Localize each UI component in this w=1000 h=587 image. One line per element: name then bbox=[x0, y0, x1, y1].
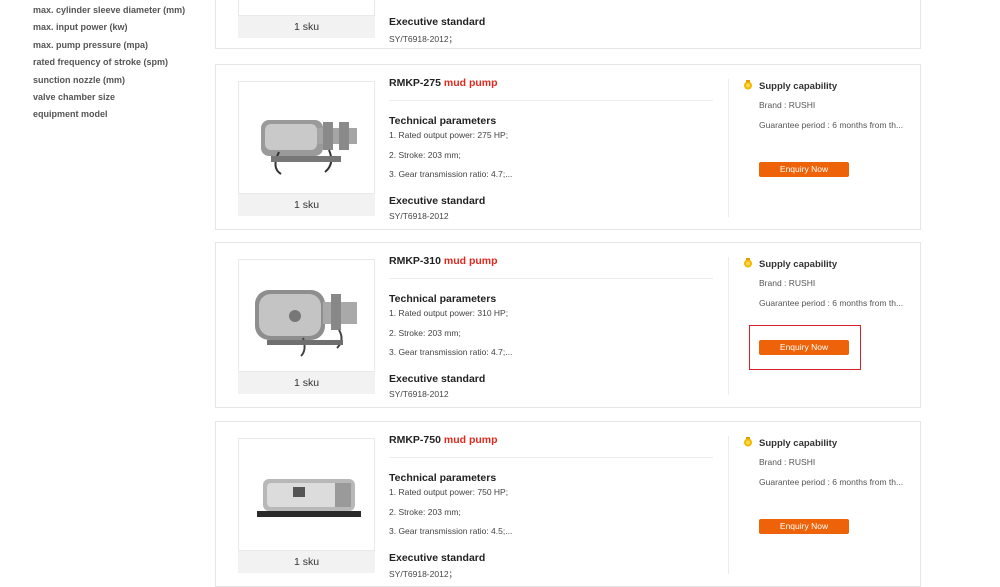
filter-max-input-power[interactable]: max. input power (kw) bbox=[33, 19, 203, 36]
guarantee-info: Guarantee period : 6 months from th... bbox=[759, 120, 904, 130]
param-stroke: 2. Stroke: 203 mm; bbox=[389, 150, 461, 160]
medal-icon bbox=[743, 258, 753, 271]
divider bbox=[389, 457, 713, 458]
executive-standard-label: Executive standard bbox=[389, 16, 486, 28]
product-image[interactable] bbox=[238, 81, 375, 194]
enquiry-now-button[interactable]: Enquiry Now bbox=[759, 162, 849, 177]
product-card: 1 sku RMKP-310 mud pump Technical parame… bbox=[215, 242, 921, 408]
mud-pump-image bbox=[257, 479, 361, 517]
enquiry-now-button[interactable]: Enquiry Now bbox=[759, 340, 849, 355]
filter-valve-chamber-size[interactable]: valve chamber size bbox=[33, 89, 203, 106]
executive-standard-label: Executive standard bbox=[389, 552, 486, 564]
executive-standard-label: Executive standard bbox=[389, 373, 486, 385]
executive-standard-value: SY/T6918-2012； bbox=[389, 569, 458, 579]
executive-standard-label: Executive standard bbox=[389, 195, 486, 207]
sku-count: 1 sku bbox=[238, 16, 375, 38]
product-card: 1 sku Executive standard SY/T6918-2012； bbox=[215, 0, 921, 49]
filter-max-pump-pressure[interactable]: max. pump pressure (mpa) bbox=[33, 37, 203, 54]
filter-sidebar: max. cylinder sleeve diameter (mm) max. … bbox=[33, 0, 203, 124]
product-title[interactable]: RMKP-275 mud pump bbox=[389, 77, 498, 89]
product-image[interactable] bbox=[238, 438, 375, 551]
medal-icon bbox=[743, 80, 753, 93]
product-image[interactable] bbox=[238, 259, 375, 372]
product-card: 1 sku RMKP-275 mud pump Technical parame… bbox=[215, 64, 921, 230]
product-type: mud pump bbox=[443, 255, 498, 267]
technical-parameters-label: Technical parameters bbox=[389, 293, 497, 305]
product-model: RMKP-310 bbox=[389, 255, 441, 267]
product-type: mud pump bbox=[443, 434, 498, 446]
param-output-power: 1. Rated output power: 750 HP; bbox=[389, 487, 509, 497]
param-gear-ratio: 3. Gear transmission ratio: 4.7;... bbox=[389, 347, 513, 357]
technical-parameters-label: Technical parameters bbox=[389, 115, 497, 127]
executive-standard-value: SY/T6918-2012 bbox=[389, 389, 449, 399]
guarantee-info: Guarantee period : 6 months from th... bbox=[759, 477, 904, 487]
filter-suction-nozzle[interactable]: sunction nozzle (mm) bbox=[33, 72, 203, 89]
product-model: RMKP-750 bbox=[389, 434, 441, 446]
param-gear-ratio: 3. Gear transmission ratio: 4.7;... bbox=[389, 169, 513, 179]
sku-count: 1 sku bbox=[238, 551, 375, 573]
filter-rated-stroke-frequency[interactable]: rated frequency of stroke (spm) bbox=[33, 54, 203, 71]
product-title[interactable]: RMKP-310 mud pump bbox=[389, 255, 498, 267]
mud-pump-image bbox=[261, 120, 357, 175]
brand-info: Brand : RUSHI bbox=[759, 278, 816, 288]
supply-capability-label: Supply capability bbox=[743, 80, 837, 93]
enquiry-now-button[interactable]: Enquiry Now bbox=[759, 519, 849, 534]
divider bbox=[389, 278, 713, 279]
filter-cylinder-sleeve-diameter[interactable]: max. cylinder sleeve diameter (mm) bbox=[33, 2, 203, 19]
param-output-power: 1. Rated output power: 310 HP; bbox=[389, 308, 509, 318]
supply-capability-label: Supply capability bbox=[743, 258, 837, 271]
param-stroke: 2. Stroke: 203 mm; bbox=[389, 507, 461, 517]
param-gear-ratio: 3. Gear transmission ratio: 4.5;... bbox=[389, 526, 513, 536]
product-model: RMKP-275 bbox=[389, 77, 441, 89]
guarantee-info: Guarantee period : 6 months from th... bbox=[759, 298, 904, 308]
filter-equipment-model[interactable]: equipment model bbox=[33, 106, 203, 123]
medal-icon bbox=[743, 437, 753, 450]
executive-standard-value: SY/T6918-2012； bbox=[389, 34, 458, 44]
product-type: mud pump bbox=[443, 77, 498, 89]
param-stroke: 2. Stroke: 203 mm; bbox=[389, 328, 461, 338]
divider bbox=[728, 257, 729, 395]
product-image[interactable] bbox=[238, 0, 375, 16]
mud-pump-image bbox=[255, 290, 357, 357]
divider bbox=[728, 79, 729, 217]
brand-info: Brand : RUSHI bbox=[759, 457, 816, 467]
supply-capability-label: Supply capability bbox=[743, 437, 837, 450]
product-card: 1 sku RMKP-750 mud pump Technical parame… bbox=[215, 421, 921, 587]
sku-count: 1 sku bbox=[238, 194, 375, 216]
brand-info: Brand : RUSHI bbox=[759, 100, 816, 110]
sku-count: 1 sku bbox=[238, 372, 375, 394]
product-title[interactable]: RMKP-750 mud pump bbox=[389, 434, 498, 446]
technical-parameters-label: Technical parameters bbox=[389, 472, 497, 484]
divider bbox=[389, 100, 713, 101]
divider bbox=[728, 436, 729, 574]
param-output-power: 1. Rated output power: 275 HP; bbox=[389, 130, 509, 140]
executive-standard-value: SY/T6918-2012 bbox=[389, 211, 449, 221]
